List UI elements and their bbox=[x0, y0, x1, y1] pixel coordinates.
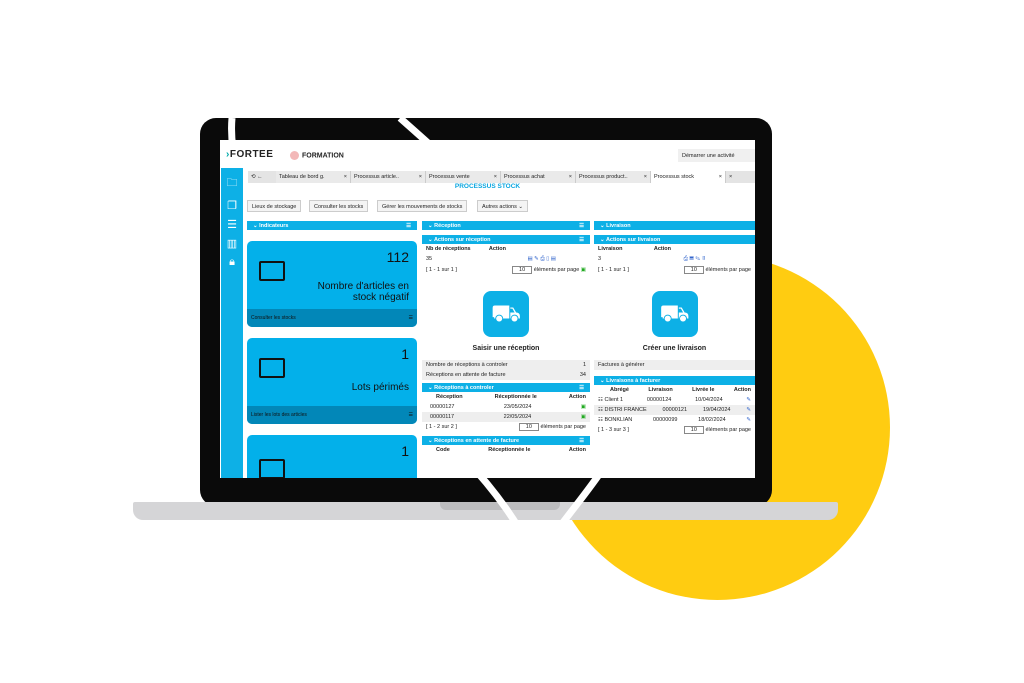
start-activity-button[interactable]: Démarrer une activité bbox=[678, 149, 755, 162]
view-stocks-button[interactable]: Consulter les stocks bbox=[309, 200, 369, 212]
close-icon[interactable]: × bbox=[494, 174, 497, 180]
tab[interactable]: Processus vente × bbox=[426, 171, 501, 183]
to-check-header[interactable]: ⌄ Réceptions à controler ☰ bbox=[422, 383, 590, 392]
excel-export-icon[interactable]: ▣ bbox=[581, 267, 586, 273]
tab[interactable]: Processus achat × bbox=[501, 171, 576, 183]
tab-active[interactable]: Processus stock × bbox=[651, 171, 726, 183]
logo: ›FORTEE bbox=[226, 149, 274, 160]
history-icon[interactable]: ⟲ ← bbox=[248, 171, 276, 183]
action-icons[interactable]: ⎙ ▤ ✎ ▯ bbox=[684, 256, 706, 263]
close-icon[interactable]: × bbox=[344, 174, 347, 180]
delivery-actions-header[interactable]: ⌄ Actions sur livraison bbox=[594, 235, 755, 244]
laptop-notch bbox=[440, 502, 560, 510]
truck-container-icon[interactable]: ⛟ bbox=[483, 291, 529, 337]
close-icon[interactable]: × bbox=[719, 174, 722, 180]
table-row[interactable]: ☷ Client 1 00000124 10/04/2024 ✎ bbox=[594, 395, 755, 405]
action-icons[interactable]: ▤ ✎ ⎙ ▯ ▤ bbox=[527, 256, 556, 263]
library-icon[interactable]: ▥ bbox=[221, 237, 243, 250]
truck-icon[interactable]: ⛟ bbox=[651, 291, 698, 337]
awaiting-invoice-header[interactable]: ⌄ Réceptions en attente de facture ☰ bbox=[422, 436, 590, 445]
create-reception-button[interactable]: Saisir une réception bbox=[422, 345, 590, 352]
app-screen: ›FORTEE FORMATION Démarrer une activité … bbox=[220, 140, 755, 478]
card-footer-link[interactable]: Consulter les stocks ☰ bbox=[247, 309, 417, 327]
indicator-card[interactable]: 112 Nombre d'articles en stock négatif C… bbox=[247, 241, 417, 327]
tab[interactable]: Processus product.. × bbox=[576, 171, 651, 183]
table-row[interactable]: ☷ BONKLIAN 00000099 18/02/2024 ✎ bbox=[594, 415, 755, 425]
table-row[interactable]: 00000117 22/05/2024 ▣ bbox=[422, 412, 590, 422]
indicator-card[interactable]: 1 bbox=[247, 435, 417, 478]
create-delivery-button[interactable]: Créer une livraison bbox=[594, 345, 755, 352]
reception-header[interactable]: ⌄ Réception ☰ bbox=[422, 221, 590, 230]
table-row[interactable]: ☷ DISTRI FRANCE 00000121 19/04/2024 ✎ bbox=[594, 405, 755, 415]
storage-locations-button[interactable]: Lieux de stockage bbox=[247, 200, 302, 212]
reception-column: ⌄ Réception ☰ ⌄ Actions sur réception ☰ Nb… bbox=[422, 221, 590, 455]
company-icon bbox=[290, 151, 299, 160]
other-actions-dropdown[interactable]: Autres actions ⌄ bbox=[477, 200, 528, 212]
manage-movements-button[interactable]: Gérer les mouvements de stocks bbox=[377, 200, 468, 212]
documents-icon[interactable]: ❐ bbox=[221, 199, 243, 212]
reception-actions-header[interactable]: ⌄ Actions sur réception ☰ bbox=[422, 235, 590, 244]
close-icon[interactable]: × bbox=[644, 174, 647, 180]
tab[interactable]: Tableau de bord g. × bbox=[276, 171, 351, 183]
card-footer-link[interactable]: Lister les lots des articles ☰ bbox=[247, 406, 417, 424]
delivery-header[interactable]: ⌄ Livraison bbox=[594, 221, 755, 230]
tab[interactable]: Processus article.. × bbox=[351, 171, 426, 183]
delivery-column: ⌄ Livraison ⌄ Actions sur livraison Livr… bbox=[594, 221, 755, 435]
checklist-icon[interactable]: ☰ bbox=[221, 218, 243, 231]
page-title: PROCESSUS STOCK bbox=[454, 183, 521, 190]
table-row[interactable]: 00000127 23/05/2024 ▣ bbox=[422, 402, 590, 412]
archive-box-icon bbox=[259, 459, 285, 478]
sidebar: 🗀 ❐ ☰ ▥ 🔒︎ bbox=[221, 168, 243, 478]
header: ›FORTEE FORMATION Démarrer une activité bbox=[220, 140, 755, 166]
download-box-icon bbox=[259, 261, 285, 281]
to-invoice-header[interactable]: ⌄ Livraisons à facturer bbox=[594, 376, 755, 385]
menu-icon: ☰ bbox=[406, 223, 411, 229]
indicators-header[interactable]: ⌄ Indicateurs ☰ bbox=[247, 221, 417, 230]
close-icon[interactable]: × bbox=[569, 174, 572, 180]
indicator-card[interactable]: 1 Lots périmés Lister les lots des artic… bbox=[247, 338, 417, 424]
archive-box-icon bbox=[259, 358, 285, 378]
lock-icon[interactable]: 🔒︎ bbox=[221, 256, 243, 269]
company-name: FORMATION bbox=[290, 151, 344, 160]
close-all-icon[interactable]: × bbox=[726, 171, 735, 183]
tab-bar: ⟲ ← Tableau de bord g. × Processus articl… bbox=[248, 171, 755, 183]
per-page-select[interactable]: 10 bbox=[512, 266, 533, 274]
close-icon[interactable]: × bbox=[419, 174, 422, 180]
